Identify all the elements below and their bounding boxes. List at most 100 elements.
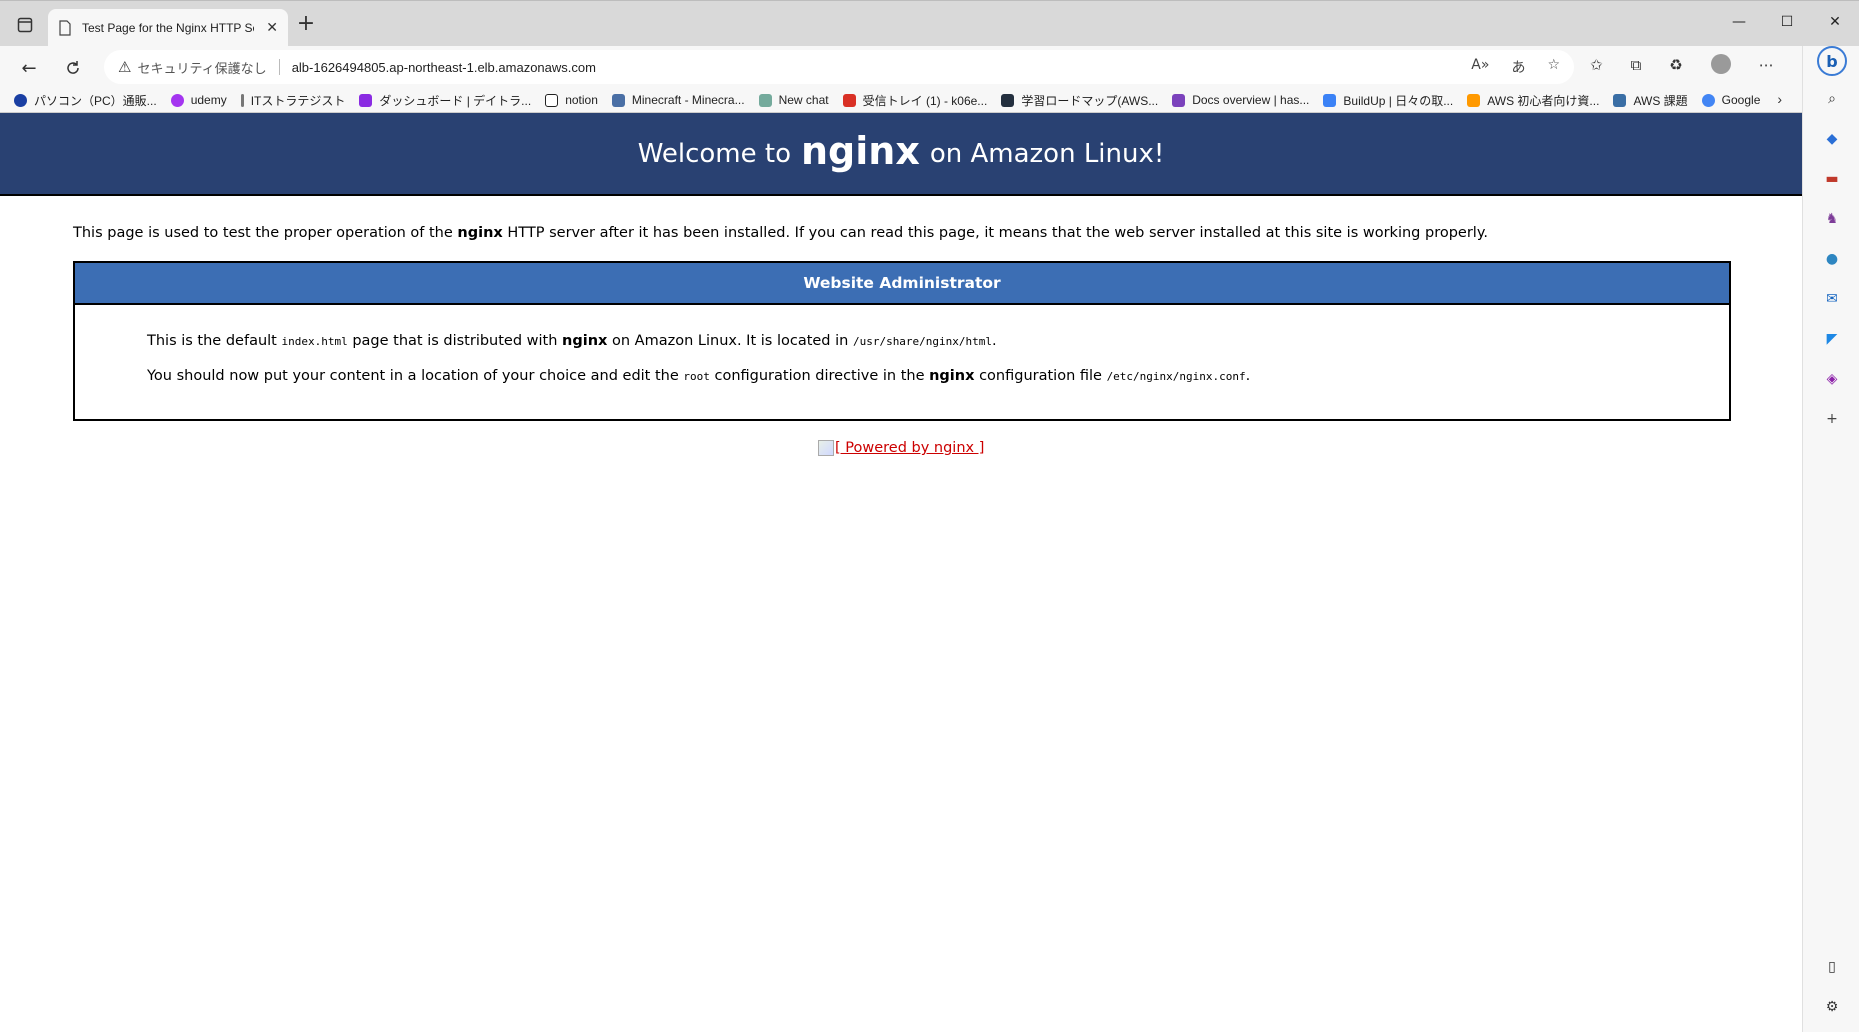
favorite-icon (240, 93, 244, 107)
minimize-button[interactable]: — (1715, 1, 1763, 43)
p2-text: configuration directive in the (714, 368, 925, 384)
tab-active[interactable]: Test Page for the Nginx HTTP Ser ✕ (48, 9, 288, 47)
p1-text: This is the default (147, 333, 277, 349)
close-window-button[interactable]: ✕ (1811, 1, 1859, 43)
intro-text: This page is used to test the proper ope… (73, 225, 453, 241)
favorite-icon (1001, 93, 1015, 107)
favorite-icon (842, 93, 856, 107)
p1-code: index.html (281, 335, 348, 348)
p1-text: on Amazon Linux. It is located in (612, 333, 849, 349)
bing-chat-icon[interactable]: b (1817, 46, 1847, 76)
banner-brand: nginx (800, 128, 920, 173)
tab-strip: Test Page for the Nginx HTTP Ser ✕ + — ☐… (0, 0, 1859, 47)
favorites-icon[interactable]: ✩ (1590, 56, 1603, 76)
browser-window: Test Page for the Nginx HTTP Ser ✕ + — ☐… (0, 0, 1859, 1032)
favorite-item[interactable]: New chat (758, 93, 829, 107)
games-icon[interactable]: ♞ (1823, 210, 1841, 228)
close-tab-icon[interactable]: ✕ (266, 20, 278, 36)
toolbar-right: ✩ ⧉ ♻ ⋯ (1590, 54, 1774, 76)
designer-icon[interactable]: ◈ (1823, 370, 1841, 388)
search-icon[interactable]: ⌕ (1823, 90, 1841, 108)
p2-text: configuration file (979, 368, 1102, 384)
favorite-icon (545, 93, 559, 107)
intro-brand: nginx (457, 225, 503, 241)
address-bar[interactable]: ⚠ セキュリティ保護なし alb-1626494805.ap-northeast… (104, 50, 1574, 84)
favorite-icon (170, 93, 184, 107)
intro-text: HTTP server after it has been installed.… (507, 225, 1488, 241)
favorite-item[interactable]: Minecraft - Minecra... (611, 93, 745, 107)
admin-paragraph-1: This is the default index.html page that… (147, 333, 997, 349)
tab-actions-button[interactable] (12, 12, 38, 38)
add-icon[interactable]: + (1823, 410, 1841, 428)
new-tab-button[interactable]: + (294, 13, 318, 37)
p2-brand: nginx (929, 368, 975, 384)
p2-text: You should now put your content in a loc… (147, 368, 679, 384)
address-bar-actions: A» あ ☆ (1471, 57, 1560, 77)
favorite-star-icon[interactable]: ☆ (1547, 57, 1560, 77)
shopping-tag-icon[interactable]: ◆ (1823, 130, 1841, 148)
admin-box-header: Website Administrator (75, 263, 1729, 305)
warning-icon[interactable]: ⚠ (118, 58, 131, 76)
maximize-button[interactable]: ☐ (1763, 1, 1811, 43)
p1-text: . (992, 333, 997, 349)
favorite-icon (611, 93, 625, 107)
favorite-item[interactable]: ITストラテジスト (240, 92, 345, 109)
intro-paragraph: This page is used to test the proper ope… (73, 225, 1488, 241)
refresh-button[interactable] (60, 55, 86, 81)
outlook-icon[interactable]: ✉ (1823, 290, 1841, 308)
favorite-item[interactable]: ダッシュボード | デイトラ... (359, 92, 531, 109)
admin-box: Website Administrator This is the defaul… (73, 261, 1731, 421)
edge-sidebar: b ⌕ ◆ ▬ ♞ ● ✉ ◤ ◈ + ▯ ⚙ (1802, 46, 1859, 1032)
p2-code: root (683, 370, 710, 383)
favorite-icon (1613, 93, 1627, 107)
tab-actions-icon (17, 17, 33, 33)
divider (278, 59, 280, 75)
microsoft365-icon[interactable]: ● (1823, 250, 1841, 268)
broken-image-icon (818, 440, 834, 456)
favorite-item[interactable]: udemy (170, 93, 227, 107)
favorites-bar: パソコン（PC）通販... udemy ITストラテジスト ダッシュボード | … (0, 88, 1800, 112)
back-button[interactable]: ← (16, 55, 42, 81)
favorite-item[interactable]: パソコン（PC）通販... (14, 92, 157, 109)
extensions-icon[interactable]: ♻ (1669, 56, 1682, 76)
favorite-icon (359, 93, 373, 107)
favorite-icon (1701, 93, 1715, 107)
chevron-right-icon[interactable]: › (1777, 91, 1782, 107)
favorite-item[interactable]: 受信トレイ (1) - k06e... (842, 92, 987, 109)
p1-brand: nginx (562, 333, 608, 349)
security-label[interactable]: セキュリティ保護なし (137, 58, 266, 77)
drop-icon[interactable]: ◤ (1823, 330, 1841, 348)
favorite-item[interactable]: Docs overview | has... (1172, 93, 1309, 107)
collections-icon[interactable]: ⧉ (1631, 56, 1642, 76)
more-menu-icon[interactable]: ⋯ (1759, 56, 1774, 76)
profile-avatar[interactable] (1710, 54, 1731, 74)
read-aloud-icon[interactable]: A» (1471, 57, 1489, 77)
favorite-icon (1172, 93, 1186, 107)
toolbar: ← ⚠ セキュリティ保護なし alb-1626494805.ap-northea… (0, 46, 1800, 88)
favorite-item[interactable]: BuildUp | 日々の取... (1323, 92, 1453, 109)
favorite-icon (14, 93, 27, 107)
p1-code: /usr/share/nginx/html (852, 335, 993, 348)
favorite-icon (758, 93, 772, 107)
p1-text: page that is distributed with (352, 333, 558, 349)
page-banner: Welcome to nginx on Amazon Linux! (0, 113, 1802, 196)
url-text[interactable]: alb-1626494805.ap-northeast-1.elb.amazon… (292, 60, 596, 75)
favorite-item[interactable]: notion (545, 93, 598, 107)
favorite-item[interactable]: Google (1701, 93, 1760, 107)
settings-gear-icon[interactable]: ⚙ (1823, 998, 1841, 1016)
p2-text: . (1245, 368, 1251, 384)
translate-icon[interactable]: あ (1511, 57, 1525, 77)
powered-by-nginx-link[interactable]: [ Powered by nginx ] (818, 440, 984, 456)
refresh-icon (67, 61, 79, 74)
favorite-item[interactable]: AWS 初心者向け資... (1467, 92, 1599, 109)
banner-suffix: on Amazon Linux! (929, 138, 1165, 169)
favorite-item[interactable]: 学習ロードマップ(AWS... (1001, 92, 1158, 109)
favorite-icon (1467, 93, 1481, 107)
web-page: Welcome to nginx on Amazon Linux! This p… (0, 112, 1802, 1032)
favorite-item[interactable]: AWS 課題 (1613, 92, 1688, 109)
p2-code: /etc/nginx/nginx.conf (1106, 370, 1246, 383)
tools-icon[interactable]: ▬ (1823, 170, 1841, 188)
page-icon (59, 20, 71, 36)
sidebar-panel-icon[interactable]: ▯ (1823, 958, 1841, 976)
tab-title: Test Page for the Nginx HTTP Ser (82, 21, 254, 35)
